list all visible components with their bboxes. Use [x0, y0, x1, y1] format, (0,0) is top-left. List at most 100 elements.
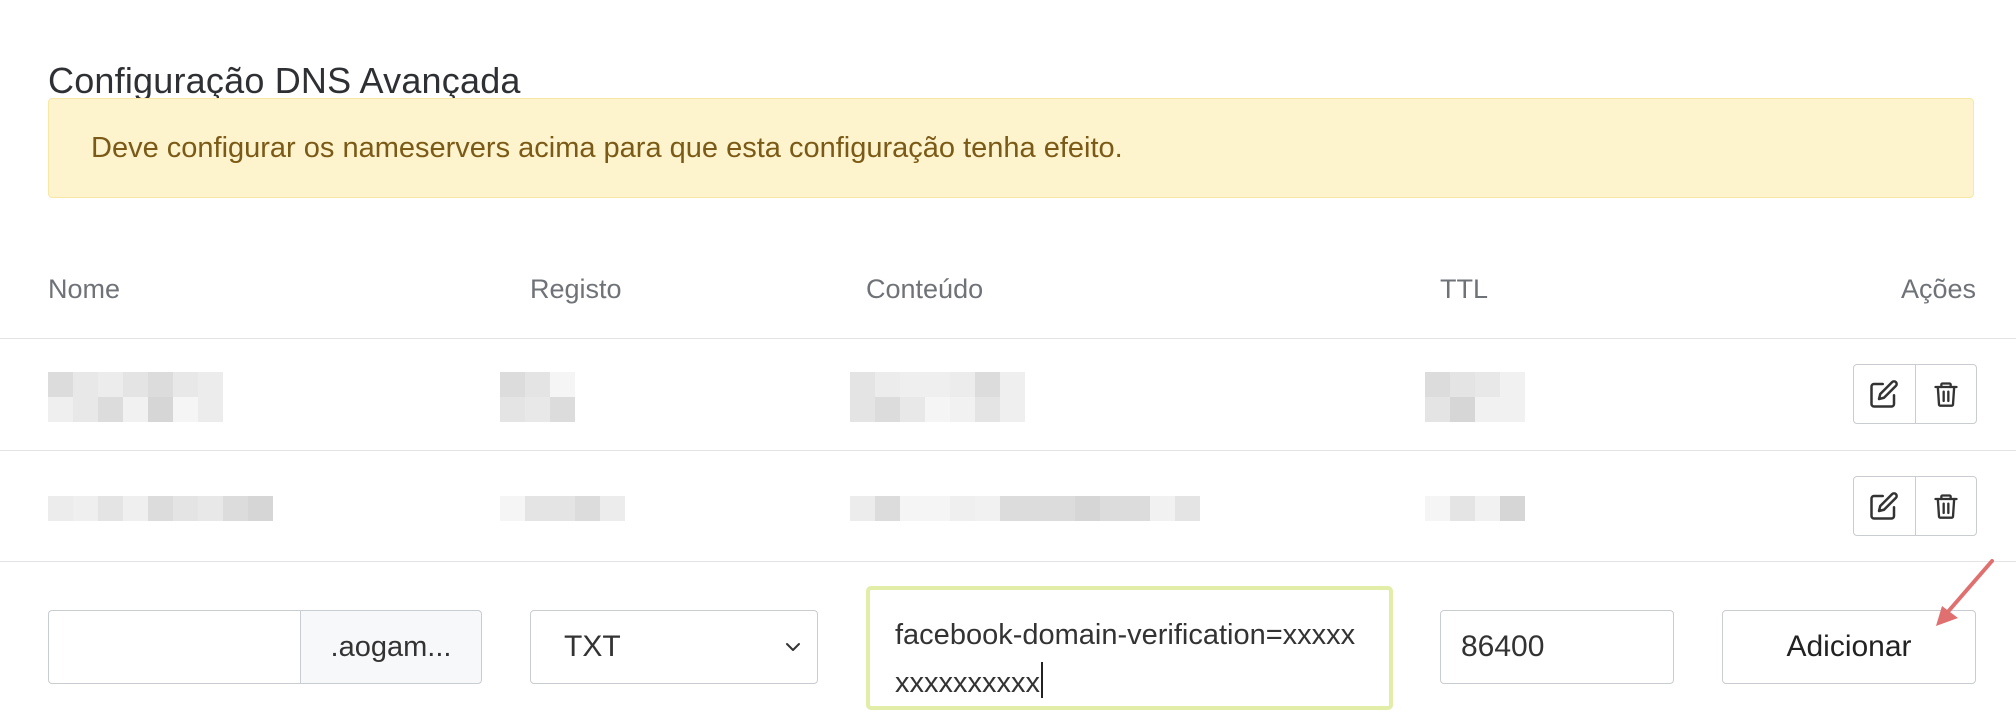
- row-divider: [0, 450, 2016, 451]
- redacted-content-cell: [850, 372, 1025, 422]
- redaction-pixel: [500, 496, 525, 521]
- redaction-pixel: [525, 397, 550, 422]
- redaction-pixel: [1025, 496, 1050, 521]
- chevron-down-icon: [786, 643, 800, 651]
- redaction-pixel: [1425, 496, 1450, 521]
- col-header-content: Conteúdo: [866, 274, 984, 304]
- redaction-pixel: [1450, 372, 1475, 397]
- redaction-pixel: [248, 496, 273, 521]
- warning-alert-text: Deve configurar os nameservers acima par…: [91, 131, 1123, 164]
- domain-suffix-text: .aogam...: [330, 630, 452, 663]
- record-name-input[interactable]: [48, 610, 300, 684]
- redaction-pixel: [73, 397, 98, 422]
- redaction-row: [1425, 397, 1525, 422]
- redaction-pixel: [1475, 397, 1500, 422]
- redaction-pixel: [198, 397, 223, 422]
- redaction-pixel: [48, 397, 73, 422]
- redaction-pixel: [1150, 496, 1175, 521]
- redaction-pixel: [148, 496, 173, 521]
- redaction-pixel: [875, 372, 900, 397]
- redaction-pixel: [950, 372, 975, 397]
- redaction-pixel: [1475, 372, 1500, 397]
- redaction-pixel: [1500, 372, 1525, 397]
- redaction-pixel: [1000, 372, 1025, 397]
- redaction-pixel: [900, 397, 925, 422]
- redaction-pixel: [98, 397, 123, 422]
- redacted-name-cell: [48, 496, 273, 521]
- redaction-pixel: [1175, 496, 1200, 521]
- ttl-input[interactable]: 86400: [1440, 610, 1674, 684]
- col-header-ttl: TTL: [1440, 274, 1489, 304]
- redaction-pixel: [148, 372, 173, 397]
- redaction-row: [850, 397, 1025, 422]
- redaction-pixel: [123, 397, 148, 422]
- redaction-pixel: [550, 372, 575, 397]
- redaction-pixel: [1050, 496, 1075, 521]
- redaction-pixel: [875, 496, 900, 521]
- redaction-pixel: [950, 397, 975, 422]
- redaction-pixel: [98, 372, 123, 397]
- edit-button[interactable]: [1854, 477, 1915, 535]
- text-caret: [1041, 662, 1043, 698]
- redaction-row: [48, 372, 223, 397]
- ttl-value: 86400: [1461, 630, 1545, 663]
- redaction-pixel: [975, 496, 1000, 521]
- redaction-pixel: [550, 397, 575, 422]
- redaction-pixel: [48, 496, 73, 521]
- redaction-pixel: [975, 372, 1000, 397]
- redaction-pixel: [198, 372, 223, 397]
- redaction-row: [48, 397, 223, 422]
- redaction-row: [500, 397, 575, 422]
- redacted-name-cell: [48, 372, 223, 422]
- record-content-value: facebook-domain-verification=xxxxxxxxxxx…: [895, 619, 1356, 699]
- redaction-pixel: [875, 397, 900, 422]
- domain-suffix-addon: .aogam...: [300, 610, 482, 684]
- redaction-row: [500, 372, 575, 397]
- redaction-pixel: [148, 397, 173, 422]
- record-type-value: TXT: [564, 630, 621, 663]
- col-header-type: Registo: [530, 274, 622, 304]
- redaction-pixel: [1000, 496, 1025, 521]
- redaction-pixel: [850, 496, 875, 521]
- redaction-pixel: [173, 397, 198, 422]
- redacted-ttl-cell: [1425, 496, 1525, 521]
- redaction-pixel: [1000, 397, 1025, 422]
- edit-icon: [1870, 380, 1899, 408]
- redaction-pixel: [73, 496, 98, 521]
- redaction-pixel: [1450, 397, 1475, 422]
- redaction-pixel: [1100, 496, 1125, 521]
- redaction-row: [1425, 372, 1525, 397]
- header-divider: [0, 338, 2016, 339]
- row-actions: [1853, 364, 1977, 424]
- col-header-actions: Ações: [1900, 274, 1976, 304]
- redaction-pixel: [900, 496, 925, 521]
- redaction-pixel: [198, 496, 223, 521]
- trash-icon: [1934, 494, 1958, 519]
- record-type-select[interactable]: TXT: [530, 610, 818, 684]
- delete-button[interactable]: [1914, 477, 1977, 535]
- redaction-pixel: [925, 496, 950, 521]
- redaction-pixel: [1500, 397, 1525, 422]
- redaction-pixel: [98, 496, 123, 521]
- redaction-pixel: [925, 372, 950, 397]
- redaction-pixel: [500, 397, 525, 422]
- edit-icon: [1870, 492, 1899, 520]
- trash-icon: [1934, 382, 1958, 407]
- redaction-pixel: [73, 372, 98, 397]
- redacted-content-cell: [850, 496, 1200, 521]
- redaction-pixel: [925, 397, 950, 422]
- edit-button[interactable]: [1854, 365, 1915, 423]
- delete-button[interactable]: [1914, 365, 1977, 423]
- redaction-pixel: [123, 496, 148, 521]
- redaction-pixel: [1450, 496, 1475, 521]
- redaction-pixel: [1125, 496, 1150, 521]
- redaction-row: [500, 496, 625, 521]
- record-content-textarea[interactable]: facebook-domain-verification=xxxxxxxxxxx…: [866, 586, 1393, 710]
- redaction-pixel: [600, 496, 625, 521]
- redacted-type-cell: [500, 372, 575, 422]
- red-arrow-annotation: [1936, 559, 1994, 626]
- redaction-pixel: [975, 397, 1000, 422]
- redaction-pixel: [850, 397, 875, 422]
- redaction-pixel: [123, 372, 148, 397]
- redaction-pixel: [550, 496, 575, 521]
